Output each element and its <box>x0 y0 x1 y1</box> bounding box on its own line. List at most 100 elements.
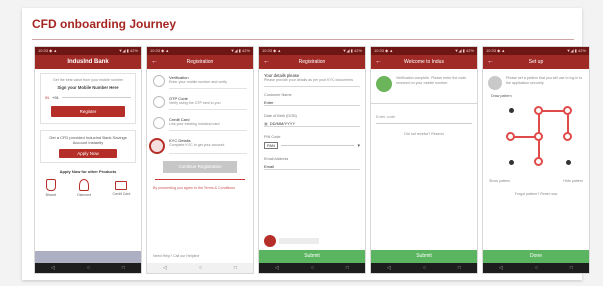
home-nav-icon[interactable]: ○ <box>423 265 426 271</box>
lock-icon <box>488 76 502 90</box>
product-item[interactable]: Credit Card <box>112 179 130 197</box>
step-item[interactable]: Credit Card Link your existing IndusInd c… <box>153 117 247 131</box>
promo-panel: Get a CFD provided IndusInd Bank Savings… <box>40 130 136 163</box>
pan-input[interactable] <box>280 145 355 146</box>
apps-heading: Apply Now for other Products <box>59 169 117 174</box>
pattern-dot[interactable] <box>509 160 514 165</box>
calendar-icon: ▣ <box>264 121 268 126</box>
back-nav-icon[interactable]: ◁ <box>275 265 279 271</box>
step-item[interactable]: Verification Enter your mobile number and… <box>153 75 247 89</box>
field-value[interactable]: DD/MM/YYYY <box>270 121 295 126</box>
status-icons: ▼◢ ▮ 42% <box>118 48 138 53</box>
pattern-options: Show pattern Hide pattern <box>483 179 589 184</box>
app-header: ← Set up <box>483 55 589 69</box>
reset-pattern-link[interactable]: Forgot pattern? Reset now <box>483 192 589 197</box>
content-card: CFD onboarding Journey 10:33 ◆ ▲ ▼◢ ▮ 42%… <box>22 8 590 280</box>
continue-button[interactable]: Continue Registration <box>163 161 237 173</box>
back-arrow-icon[interactable]: ← <box>263 55 270 69</box>
app-header: ← Registration <box>147 55 253 69</box>
recents-nav-icon[interactable]: □ <box>122 265 125 271</box>
back-nav-icon[interactable]: ◁ <box>387 265 391 271</box>
field-underline <box>264 126 360 127</box>
form-field[interactable]: PIN Code PAN ▾ <box>264 135 360 149</box>
pattern-node-active[interactable] <box>563 132 572 141</box>
dropdown-icon[interactable]: ▾ <box>357 143 360 149</box>
bottom-banner[interactable] <box>35 251 141 263</box>
status-icons: ▼◢ ▮ 42% <box>566 48 586 53</box>
form-field[interactable]: Email Address Email <box>264 157 360 170</box>
step-desc: Verify using the OTP sent to you <box>169 101 221 105</box>
recents-nav-icon[interactable]: □ <box>234 265 237 271</box>
back-nav-icon[interactable]: ◁ <box>51 265 55 271</box>
recents-nav-icon[interactable]: □ <box>346 265 349 271</box>
status-bar: 10:33 ◆ ▲ ▼◢ ▮ 42% <box>259 47 365 55</box>
android-nav-bar: ◁ ○ □ <box>35 263 141 273</box>
pattern-node-active[interactable] <box>506 132 515 141</box>
status-bar: 10:33 ◆ ▲ ▼◢ ▮ 42% <box>35 47 141 55</box>
status-time: 10:33 ◆ ▲ <box>262 48 282 53</box>
promo-text: Get a CFD provided IndusInd Bank Savings… <box>49 135 127 145</box>
header-title: Registration <box>186 59 214 65</box>
back-arrow-icon[interactable]: ← <box>487 55 494 69</box>
kyc-step-icon <box>149 138 165 154</box>
flag-icon: IN <box>45 95 49 100</box>
step-item-active[interactable]: KYC Details Complete KYC to get your acco… <box>149 138 247 154</box>
mobile-label: Sign your Mobile Number Here <box>57 85 119 90</box>
phone-screen-home: 10:33 ◆ ▲ ▼◢ ▮ 42% IndusInd Bank Get the … <box>34 46 142 274</box>
pattern-node-active[interactable] <box>534 157 543 166</box>
status-bar: 10:33 ◆ ▲ ▼◢ ▮ 42% <box>483 47 589 55</box>
mobile-input-row[interactable]: IN +91 <box>45 95 131 100</box>
verify-submit-button[interactable]: Submit <box>371 250 477 263</box>
details-form: Your details please Please provide your … <box>259 69 365 178</box>
form-subheading: Please provide your details as per your … <box>264 78 354 82</box>
steps-list: Verification Enter your mobile number and… <box>147 69 253 154</box>
pattern-dot[interactable] <box>566 160 571 165</box>
submit-button[interactable]: Submit <box>259 250 365 263</box>
product-item[interactable]: Diamond <box>77 179 91 197</box>
register-button[interactable]: Register <box>51 106 125 117</box>
code-input[interactable]: Enter code <box>376 114 472 124</box>
help-footer[interactable]: Need Help? Call our Helpline <box>153 254 199 259</box>
phone-screen-pattern-setup: 10:33 ◆ ▲ ▼◢ ▮ 42% ← Set up Please set a p… <box>482 46 590 274</box>
pattern-node-active[interactable] <box>563 106 572 115</box>
status-time: 10:33 ◆ ▲ <box>150 48 170 53</box>
form-field[interactable]: Customer Name Enter <box>264 93 360 106</box>
helpline-placeholder <box>279 238 319 244</box>
home-nav-icon[interactable]: ○ <box>535 265 538 271</box>
pattern-node-active[interactable] <box>534 106 543 115</box>
pattern-node-active[interactable] <box>534 132 543 141</box>
form-field[interactable]: Date of Birth (DOB) ▣ DD/MM/YYYY <box>264 114 360 127</box>
back-nav-icon[interactable]: ◁ <box>163 265 167 271</box>
card-icon <box>115 181 128 190</box>
helpline-row[interactable] <box>264 235 319 247</box>
home-nav-icon[interactable]: ○ <box>311 265 314 271</box>
apply-now-button[interactable]: Apply Now <box>59 149 117 158</box>
status-bar: 10:33 ◆ ▲ ▼◢ ▮ 42% <box>147 47 253 55</box>
home-nav-icon[interactable]: ○ <box>87 265 90 271</box>
mobile-input[interactable] <box>61 97 131 98</box>
hide-pattern-option[interactable]: Hide pattern <box>563 179 583 184</box>
progress-line <box>155 179 245 180</box>
back-arrow-icon[interactable]: ← <box>151 55 158 69</box>
recents-nav-icon[interactable]: □ <box>458 265 461 271</box>
done-button[interactable]: Done <box>483 250 589 263</box>
app-header: ← Registration <box>259 55 365 69</box>
recents-nav-icon[interactable]: □ <box>570 265 573 271</box>
home-nav-icon[interactable]: ○ <box>199 265 202 271</box>
show-pattern-option[interactable]: Show pattern <box>489 179 510 184</box>
pattern-banner: Please set a pattern that you will use t… <box>483 69 589 94</box>
android-nav-bar: ◁ ○ □ <box>371 263 477 273</box>
terms-text[interactable]: By proceeding you agree to the Terms & C… <box>153 186 247 191</box>
register-panel: Get the best value from your mobile numb… <box>40 73 136 124</box>
field-label: PIN Code <box>264 135 281 139</box>
product-label: Credit Card <box>112 192 131 196</box>
pattern-dot[interactable] <box>509 108 514 113</box>
back-nav-icon[interactable]: ◁ <box>499 265 503 271</box>
resend-link[interactable]: Did not receive? Resend <box>371 132 477 137</box>
pan-tag: PAN <box>264 142 278 149</box>
back-arrow-icon[interactable]: ← <box>375 55 382 69</box>
pattern-grid[interactable] <box>483 99 589 179</box>
step-item[interactable]: OTP Code Verify using the OTP sent to you <box>153 96 247 110</box>
product-item[interactable]: Bharat <box>46 179 56 197</box>
otp-step-icon <box>153 96 165 108</box>
